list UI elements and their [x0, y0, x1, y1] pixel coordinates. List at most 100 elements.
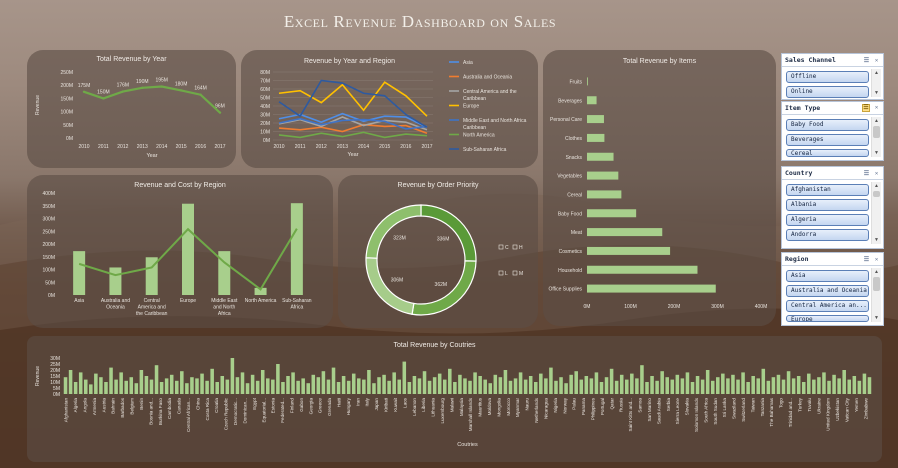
y-tick-label: 10M [260, 130, 270, 136]
bar [554, 380, 558, 394]
x-tick-label: Lebanon [412, 398, 417, 416]
scroll-down-icon[interactable]: ▼ [872, 149, 881, 157]
scrollbar-thumb[interactable] [873, 126, 880, 138]
multi-select-icon[interactable]: ☰ [862, 104, 870, 112]
bar [432, 377, 437, 394]
y-tick-label: Meat [571, 230, 583, 236]
bar [746, 382, 750, 394]
y-tick-label: 250M [42, 229, 55, 235]
slicer-sales-channel[interactable]: Sales Channel ☰ ✕ Offline Online ▲ ▼ [781, 53, 884, 100]
slicer-item[interactable]: Australia and Oceania [786, 285, 869, 297]
x-tick-label: Luxembourg [440, 398, 445, 424]
donut-slice [411, 260, 477, 316]
x-tick-label: Slovakia [685, 398, 690, 416]
slicer-item[interactable]: Cereal [786, 149, 869, 157]
bar [382, 374, 386, 394]
x-axis-label: Coutries [457, 442, 478, 448]
x-tick-label: United Kingdom [826, 398, 831, 431]
bar [205, 380, 209, 394]
slicer-country[interactable]: Country ☰ ✕ Afghanistan Albania Algeria A… [781, 166, 884, 249]
bar [250, 374, 255, 394]
x-tick-label: Iran [355, 398, 360, 406]
slicer-item[interactable]: Online [786, 86, 869, 98]
bar [518, 372, 523, 394]
bar [109, 267, 122, 295]
slicer-item[interactable]: Europe [786, 315, 869, 322]
data-label: 190M [136, 79, 149, 85]
y-tick-label: 60M [260, 87, 270, 93]
x-tick-label: Samoa [638, 398, 643, 413]
x-tick-label: 2011 [295, 144, 306, 150]
x-tick-label: Central African... [186, 398, 191, 432]
scrollbar[interactable]: ▲ ▼ [871, 117, 881, 157]
clear-filter-icon[interactable]: ✕ [873, 104, 880, 111]
bar [609, 368, 614, 394]
y-tick-label: 0M [53, 392, 60, 398]
bar [321, 371, 326, 394]
scroll-up-icon[interactable]: ▲ [872, 69, 881, 77]
slicer-item[interactable]: Andorra [786, 229, 869, 241]
slicer-item[interactable]: Afghanistan [786, 184, 869, 196]
x-tick-label: The Bahamas [769, 397, 774, 426]
slicer-region[interactable]: Region ☰ ✕ Asia Australia and Oceania Cen… [781, 252, 884, 326]
bar [559, 377, 563, 394]
scrollbar[interactable]: ▲ ▼ [871, 69, 881, 97]
y-tick-label: Household [558, 268, 582, 274]
bar [149, 379, 154, 394]
y-tick-label: 0M [48, 293, 55, 299]
clear-filter-icon[interactable]: ✕ [873, 256, 880, 263]
bar [159, 382, 164, 394]
scrollbar[interactable]: ▲ ▼ [871, 182, 881, 244]
scroll-up-icon[interactable]: ▲ [872, 182, 881, 190]
scrollbar-thumb[interactable] [873, 191, 880, 197]
scroll-down-icon[interactable]: ▼ [872, 236, 881, 244]
y-tick-label: 50M [63, 123, 73, 129]
slicer-item[interactable]: Offline [786, 71, 869, 83]
bar [574, 371, 578, 394]
bar [144, 376, 149, 394]
bar [427, 380, 432, 394]
bar [402, 361, 407, 394]
slicer-item[interactable]: Baby Food [786, 119, 869, 131]
bar [587, 209, 637, 218]
scroll-up-icon[interactable]: ▲ [872, 117, 881, 125]
slicer-item[interactable]: Beverages [786, 134, 869, 146]
bar [139, 370, 144, 394]
multi-select-icon[interactable]: ☰ [863, 170, 870, 177]
x-axis-label: Year [146, 153, 157, 159]
clear-filter-icon[interactable]: ✕ [873, 170, 880, 177]
bar [776, 374, 781, 394]
bar [73, 251, 86, 295]
multi-select-icon[interactable]: ☰ [863, 57, 870, 64]
scrollbar[interactable]: ▲ ▼ [871, 268, 881, 322]
x-tick-label: Australia and [101, 298, 130, 304]
data-point [82, 90, 86, 93]
data-point [141, 86, 144, 90]
slicer-item[interactable]: Central America an... [786, 300, 869, 312]
revenue-by-priority-panel: Revenue by Order Priority 336M 362M 306M 32… [338, 175, 538, 328]
bar [341, 376, 346, 394]
y-tick-label: Cereal [567, 192, 582, 198]
bar [625, 379, 629, 394]
bar [235, 377, 240, 394]
y-tick-label: 30M [260, 113, 270, 119]
clear-filter-icon[interactable]: ✕ [873, 57, 880, 64]
data-label: 176M [117, 83, 130, 89]
x-tick-label: and North [213, 305, 235, 311]
slicer-title: Country [785, 169, 813, 177]
slicer-item-type[interactable]: Item Type ☰ ✕ Baby Food Beverages Cereal … [781, 101, 884, 161]
bar [488, 383, 493, 394]
bar [716, 377, 720, 394]
scroll-down-icon[interactable]: ▼ [872, 89, 881, 97]
legend-label: Caribbean [463, 96, 486, 102]
scroll-up-icon[interactable]: ▲ [872, 268, 881, 276]
multi-select-icon[interactable]: ☰ [863, 256, 870, 263]
slicer-item[interactable]: Algeria [786, 214, 869, 226]
scroll-down-icon[interactable]: ▼ [872, 314, 881, 322]
revenue-by-year-region-panel: Revenue by Year and Region 0M 10M 20M 30M 40… [241, 50, 538, 168]
data-label: 175M [78, 83, 91, 89]
scrollbar-thumb[interactable] [873, 277, 880, 291]
x-tick-label: Morocco [506, 398, 511, 416]
slicer-item[interactable]: Asia [786, 270, 869, 282]
slicer-item[interactable]: Albania [786, 199, 869, 211]
